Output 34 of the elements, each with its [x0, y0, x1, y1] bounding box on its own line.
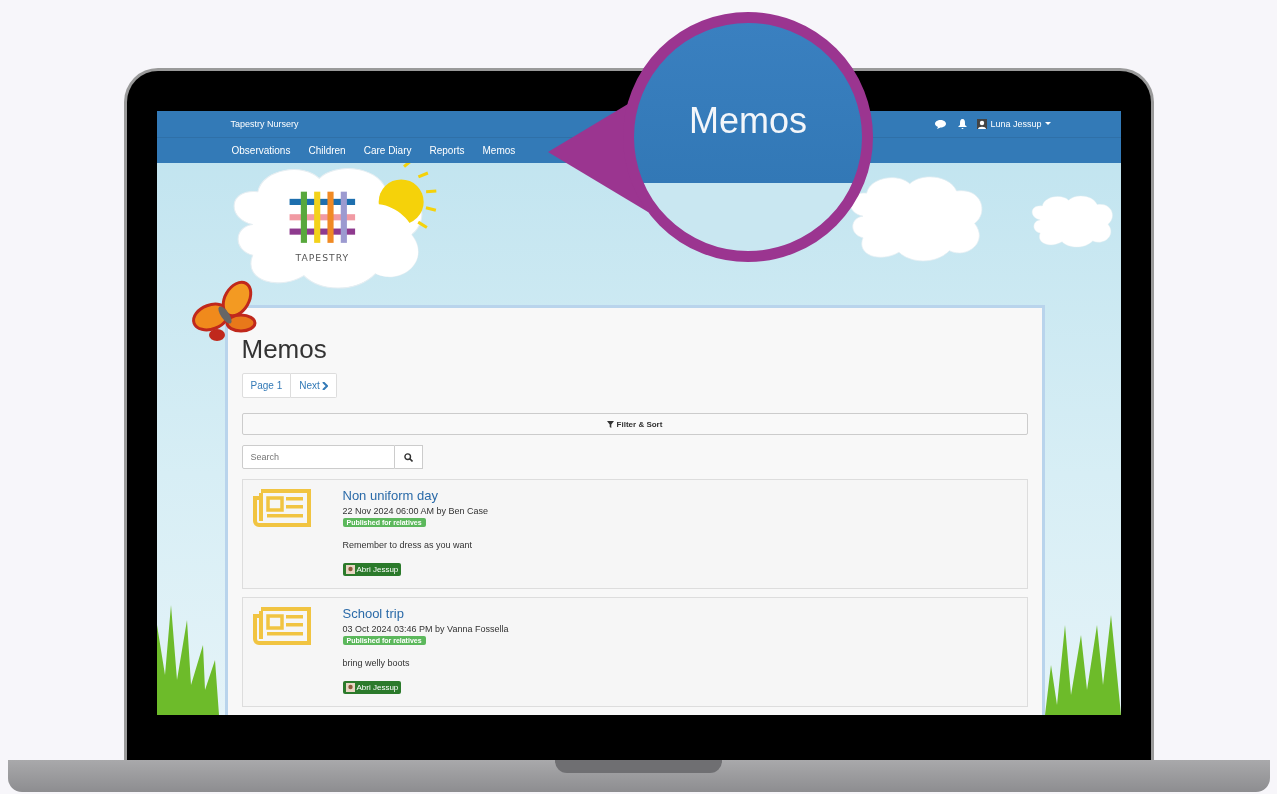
- chat-icon[interactable]: [935, 119, 947, 129]
- search-icon: [403, 452, 413, 462]
- search-field[interactable]: Search: [241, 445, 395, 469]
- child-tag[interactable]: Abri Jessup: [342, 563, 402, 576]
- site-name: Tapestry Nursery: [230, 119, 300, 129]
- search-button[interactable]: [394, 445, 423, 469]
- newspaper-icon: [252, 606, 311, 646]
- nav-link[interactable]: Care Diary: [354, 145, 421, 156]
- magnified-label: Memos: [689, 100, 807, 142]
- memo-body: bring welly boots: [342, 658, 410, 668]
- memo-body: Remember to dress as you want: [342, 540, 473, 550]
- nav-link[interactable]: Observations: [222, 145, 300, 156]
- memo-title[interactable]: School trip: [342, 606, 404, 621]
- chevron-right-icon: [321, 381, 328, 390]
- avatar-icon: [345, 683, 355, 692]
- child-tag[interactable]: Abri Jessup: [342, 681, 402, 694]
- memo-meta: 03 Oct 2024 03:46 PM by Vanna Fossella: [342, 624, 509, 634]
- nav-link[interactable]: Children: [299, 145, 355, 156]
- filter-icon: [606, 420, 614, 428]
- user-menu[interactable]: Luna Jessup: [977, 119, 1051, 129]
- nav-link[interactable]: Memos: [473, 145, 525, 156]
- nav-link[interactable]: Reports: [420, 145, 474, 156]
- newspaper-icon: [252, 488, 311, 528]
- logo-text: TAPESTRY: [295, 252, 349, 264]
- bell-icon[interactable]: [958, 119, 968, 129]
- avatar-icon: [345, 565, 355, 574]
- memo-meta: 22 Nov 2024 06:00 AM by Ben Case: [342, 506, 489, 516]
- filter-sort-button[interactable]: Filter & Sort: [241, 413, 1028, 435]
- caret-icon: [1044, 122, 1051, 126]
- next-button[interactable]: Next: [291, 373, 337, 398]
- user-icon: [977, 119, 988, 129]
- page-button[interactable]: Page 1: [241, 373, 292, 398]
- page-title: Memos: [241, 334, 328, 365]
- memo-title[interactable]: Non uniform day: [342, 488, 438, 503]
